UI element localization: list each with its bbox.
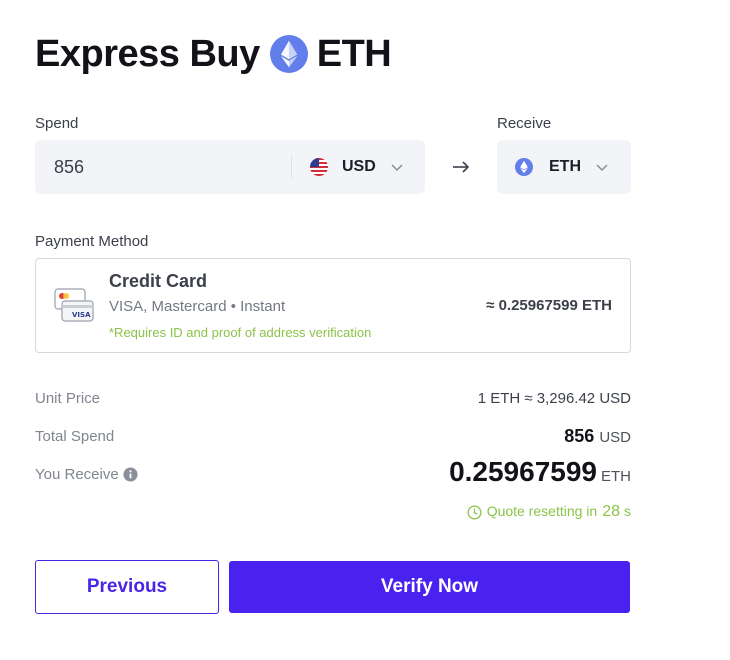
ethereum-icon xyxy=(269,35,308,73)
clock-icon xyxy=(467,504,482,520)
spend-amount-input[interactable]: 856 xyxy=(54,157,84,178)
chevron-down-icon xyxy=(596,164,608,172)
chevron-down-icon xyxy=(391,164,403,172)
you-receive-unit: ETH xyxy=(601,468,631,485)
receive-currency-select[interactable]: ETH xyxy=(497,140,631,194)
payment-method-title: Credit Card xyxy=(109,271,208,291)
payment-method-card[interactable]: VISA Credit Card VISA, Mastercard • Inst… xyxy=(35,258,631,353)
payment-method-subtitle: VISA, Mastercard • Instant xyxy=(109,298,286,315)
quote-suffix: s xyxy=(624,503,631,519)
spend-currency-select[interactable]: USD xyxy=(310,140,404,194)
arrow-right-icon xyxy=(453,161,470,173)
quote-prefix: Quote resetting in xyxy=(486,503,598,519)
receive-currency-code: ETH xyxy=(549,158,581,175)
spend-field: 856 USD xyxy=(35,140,425,194)
you-receive-amount: 0.25967599 xyxy=(449,456,597,487)
unit-price-value: 1 ETH ≈ 3,296.42 USD xyxy=(477,390,631,407)
previous-button[interactable]: Previous xyxy=(35,560,219,614)
total-spend-value: 856 USD xyxy=(564,426,631,447)
total-spend-amount: 856 xyxy=(564,426,595,446)
info-icon[interactable] xyxy=(123,467,138,482)
visa-logo-text: VISA xyxy=(72,311,91,319)
you-receive-value: 0.25967599 ETH xyxy=(449,456,631,488)
spend-label: Spend xyxy=(35,115,79,132)
unit-price-label: Unit Price xyxy=(35,390,101,407)
you-receive-text: You Receive xyxy=(35,466,119,483)
spend-divider xyxy=(291,156,292,178)
receive-currency: ETH xyxy=(515,140,609,194)
credit-cards-icon: VISA xyxy=(54,288,94,322)
total-spend-unit: USD xyxy=(599,429,631,446)
us-flag-icon xyxy=(310,158,328,176)
verification-note: *Requires ID and proof of address verifi… xyxy=(109,325,372,340)
payment-method-label: Payment Method xyxy=(35,233,149,250)
quote-seconds: 28 xyxy=(602,503,620,520)
page-title: Express Buy ETH xyxy=(35,30,392,78)
quote-timer: Quote resetting in 28 s xyxy=(467,503,631,521)
page-title-prefix: Express Buy xyxy=(35,32,260,75)
receive-label: Receive xyxy=(497,115,552,132)
verify-now-button[interactable]: Verify Now xyxy=(229,561,630,613)
page-title-asset: ETH xyxy=(316,32,392,75)
ethereum-icon xyxy=(515,158,533,176)
you-receive-label: You Receive xyxy=(35,466,138,483)
payment-estimate: ≈ 0.25967599 ETH xyxy=(486,297,612,314)
spend-currency-code: USD xyxy=(342,158,376,175)
total-spend-label: Total Spend xyxy=(35,428,115,445)
